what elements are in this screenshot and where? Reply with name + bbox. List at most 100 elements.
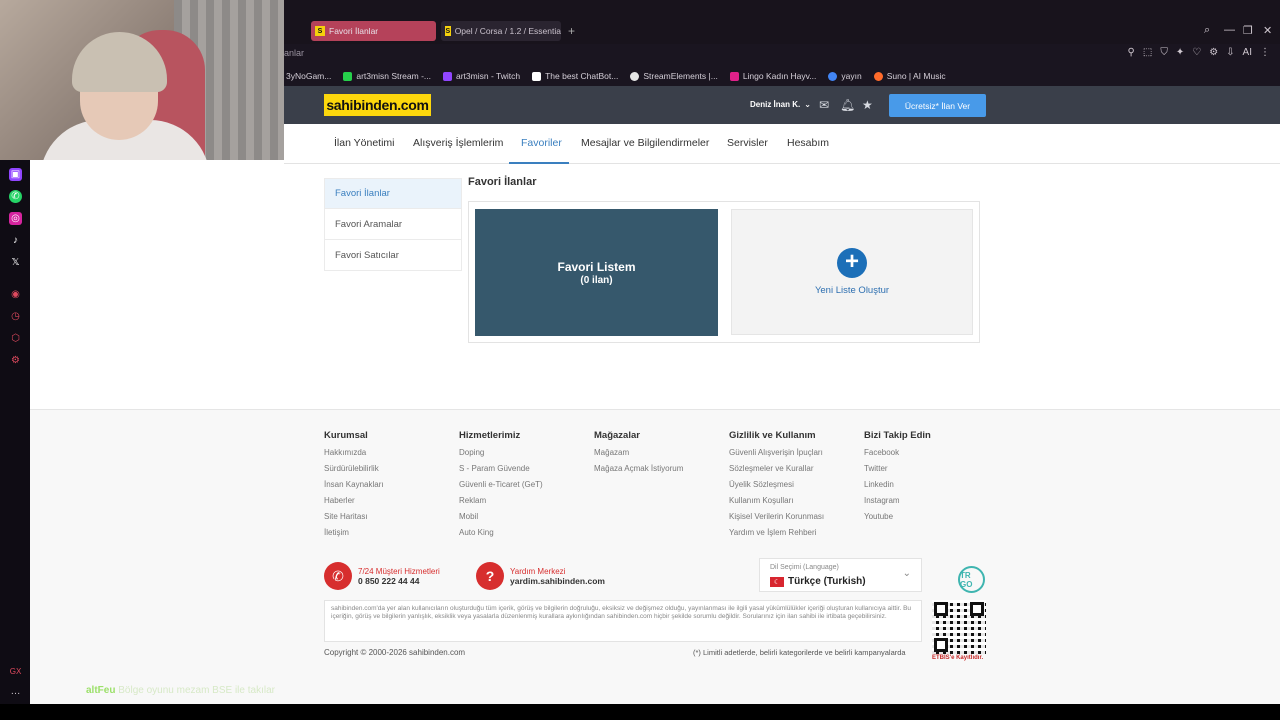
suno-icon	[873, 71, 883, 81]
star-icon[interactable]: ★	[862, 98, 873, 112]
help-center[interactable]: ? Yardım Merkezi yardim.sahibinden.com	[476, 562, 605, 590]
bookmark-item[interactable]: StreamElements |...	[630, 71, 718, 81]
nav-hesabim[interactable]: Hesabım	[787, 137, 829, 149]
language-select[interactable]: Dil Seçimi (Language) ☾ Türkçe (Turkish) …	[759, 558, 922, 592]
tiktok-icon[interactable]: ♪	[9, 234, 22, 247]
settings-icon[interactable]: ⚙	[9, 354, 22, 367]
nav-ilan-yonetimi[interactable]: İlan Yönetimi	[334, 137, 395, 149]
footer-link[interactable]: Mağazam	[594, 447, 683, 463]
side-item-favori-saticilar[interactable]: Favori Satıcılar	[324, 240, 462, 271]
footer-link[interactable]: Twitter	[864, 463, 931, 479]
shield-icon[interactable]: ⛉	[1160, 47, 1168, 58]
bookmark-item[interactable]: 3yNoGam...	[286, 71, 331, 81]
web-page: sahibinden.com Deniz İnan K. ⌄ ✉ 🔔︎ ★ Üc…	[30, 86, 1280, 704]
footer-link[interactable]: Facebook	[864, 447, 931, 463]
sahibinden-logo[interactable]: sahibinden.com	[324, 94, 431, 116]
turkish-flag-icon: ☾	[770, 576, 784, 587]
bookmark-item[interactable]: The best ChatBot...	[532, 71, 618, 81]
gx-icon[interactable]: GX	[9, 665, 22, 678]
etbis-qr-code[interactable]	[932, 600, 986, 654]
nav-mesajlar[interactable]: Mesajlar ve Bilgilendirmeler	[581, 137, 709, 149]
trgo-badge[interactable]: TR GO	[958, 566, 985, 593]
streamelements-icon	[630, 71, 640, 81]
bookmark-item[interactable]: yayın	[828, 71, 862, 81]
bookmark-item[interactable]: art3misn - Twitch	[443, 71, 520, 81]
minimize-icon[interactable]: —	[1224, 24, 1235, 36]
x-icon[interactable]: 𝕏	[9, 256, 22, 269]
footer-link[interactable]: Mobil	[459, 511, 543, 527]
footer-link[interactable]: Sürdürülebilirlik	[324, 463, 384, 479]
close-icon[interactable]: ✕	[1263, 24, 1272, 37]
footer-link[interactable]: Mağaza Açmak İstiyorum	[594, 463, 683, 479]
restore-icon[interactable]: ❐	[1243, 24, 1253, 37]
footer-link[interactable]: Yardım ve İşlem Rehberi	[729, 527, 824, 543]
pin-icon[interactable]: ⚲	[1128, 47, 1135, 58]
footer-link[interactable]: Güvenli Alışverişin İpuçları	[729, 447, 824, 463]
bookmark-item[interactable]: art3misn Stream -...	[343, 71, 431, 81]
new-tab-button[interactable]: +	[568, 24, 575, 38]
tab-opel-corsa[interactable]: S Opel / Corsa / 1.2 / Essentia	[441, 21, 561, 41]
twitch-icon[interactable]: ▣	[9, 168, 22, 181]
chevron-down-icon: ⌄	[902, 568, 911, 579]
nav-servisler[interactable]: Servisler	[727, 137, 768, 149]
footer-link[interactable]: Kişisel Verilerin Korunması	[729, 511, 824, 527]
bookmark-item[interactable]: Suno | AI Music	[873, 71, 946, 81]
post-ad-button[interactable]: Ücretsiz* İlan Ver	[889, 94, 986, 117]
favorite-list-card[interactable]: Favori Listem (0 ilan)	[475, 209, 718, 336]
address-text: anlar	[284, 48, 305, 58]
tab-label: Favori İlanlar	[329, 26, 379, 36]
footer-link[interactable]: Haberler	[324, 495, 384, 511]
footer-link[interactable]: Site Haritası	[324, 511, 384, 527]
footer-link[interactable]: Auto King	[459, 527, 543, 543]
footer-link[interactable]: S - Param Güvende	[459, 463, 543, 479]
player-icon[interactable]: ◉	[9, 288, 22, 301]
user-name: Deniz İnan K.	[750, 100, 801, 109]
nav-alisveris-islemlerim[interactable]: Alışveriş İşlemlerim	[413, 137, 503, 149]
footer-link[interactable]: Sözleşmeler ve Kurallar	[729, 463, 824, 479]
footer-link[interactable]: Youtube	[864, 511, 931, 527]
bookmark-item[interactable]: Lingo Kadın Hayv...	[729, 71, 816, 81]
footer-link[interactable]: İnsan Kaynakları	[324, 479, 384, 495]
side-item-favori-ilanlar[interactable]: Favori İlanlar	[324, 178, 462, 209]
extension-icon[interactable]: ✦	[1176, 47, 1184, 58]
create-list-card[interactable]: + Yeni Liste Oluştur	[731, 209, 973, 335]
bottom-strip	[0, 704, 1280, 720]
footer-link[interactable]: Hakkımızda	[324, 447, 384, 463]
customer-service[interactable]: ✆ 7/24 Müşteri Hizmetleri 0 850 222 44 4…	[324, 562, 440, 590]
extension-icons: ⚲ ⬚ ⛉ ✦ ♡ ⚙ ⇩ AI ⋮	[1128, 47, 1270, 58]
browser-sidebar: ▣ ✆ ◎ ♪ 𝕏 ◉ ◷ ⬡ ⚙ GX …	[0, 160, 30, 705]
address-bar[interactable]: anlar ⚲ ⬚ ⛉ ✦ ♡ ⚙ ⇩ AI ⋮	[284, 44, 1280, 66]
whatsapp-icon[interactable]: ✆	[9, 190, 22, 203]
nav-favoriler[interactable]: Favoriler	[521, 137, 562, 149]
ai-label[interactable]: AI	[1243, 47, 1252, 58]
heart-icon[interactable]: ♡	[1192, 47, 1201, 58]
extensions-icon[interactable]: ⬡	[9, 332, 22, 345]
footer-link[interactable]: Üyelik Sözleşmesi	[729, 479, 824, 495]
footer-link[interactable]: Doping	[459, 447, 543, 463]
side-item-favori-aramalar[interactable]: Favori Aramalar	[324, 209, 462, 240]
footer-link[interactable]: Kullanım Koşulları	[729, 495, 824, 511]
disclaimer-text: sahibinden.com'da yer alan kullanıcıları…	[324, 600, 922, 642]
footer-column-takip: Bizi Takip Edin Facebook Twitter Linkedi…	[864, 430, 931, 527]
instagram-icon[interactable]: ◎	[9, 212, 22, 225]
user-menu[interactable]: Deniz İnan K. ⌄	[750, 100, 811, 109]
snapshot-icon[interactable]: ⬚	[1143, 47, 1152, 58]
footer-link[interactable]: Linkedin	[864, 479, 931, 495]
footer-link[interactable]: İletişim	[324, 527, 384, 543]
footer-link[interactable]: Instagram	[864, 495, 931, 511]
tab-favori-ilanlar[interactable]: S Favori İlanlar	[311, 21, 436, 41]
search-icon[interactable]: ⌕	[1204, 24, 1210, 37]
more-icon[interactable]: …	[9, 685, 22, 698]
footer-link[interactable]: Güvenli e-Ticaret (GeT)	[459, 479, 543, 495]
download-icon[interactable]: ⇩	[1226, 47, 1234, 58]
footer-link[interactable]: Reklam	[459, 495, 543, 511]
bell-icon[interactable]: 🔔︎	[840, 98, 855, 112]
support-label: 7/24 Müşteri Hizmetleri	[358, 566, 440, 576]
mail-icon[interactable]: ✉	[819, 98, 829, 112]
history-icon[interactable]: ◷	[9, 310, 22, 323]
question-icon: ?	[476, 562, 504, 590]
puzzle-icon[interactable]: ⚙	[1209, 47, 1218, 58]
menu-icon[interactable]: ⋮	[1260, 47, 1270, 58]
favorite-lists-panel: Favori Listem (0 ilan) + Yeni Liste Oluş…	[468, 201, 980, 343]
footer-column-kurumsal: Kurumsal Hakkımızda Sürdürülebilirlik İn…	[324, 430, 384, 543]
